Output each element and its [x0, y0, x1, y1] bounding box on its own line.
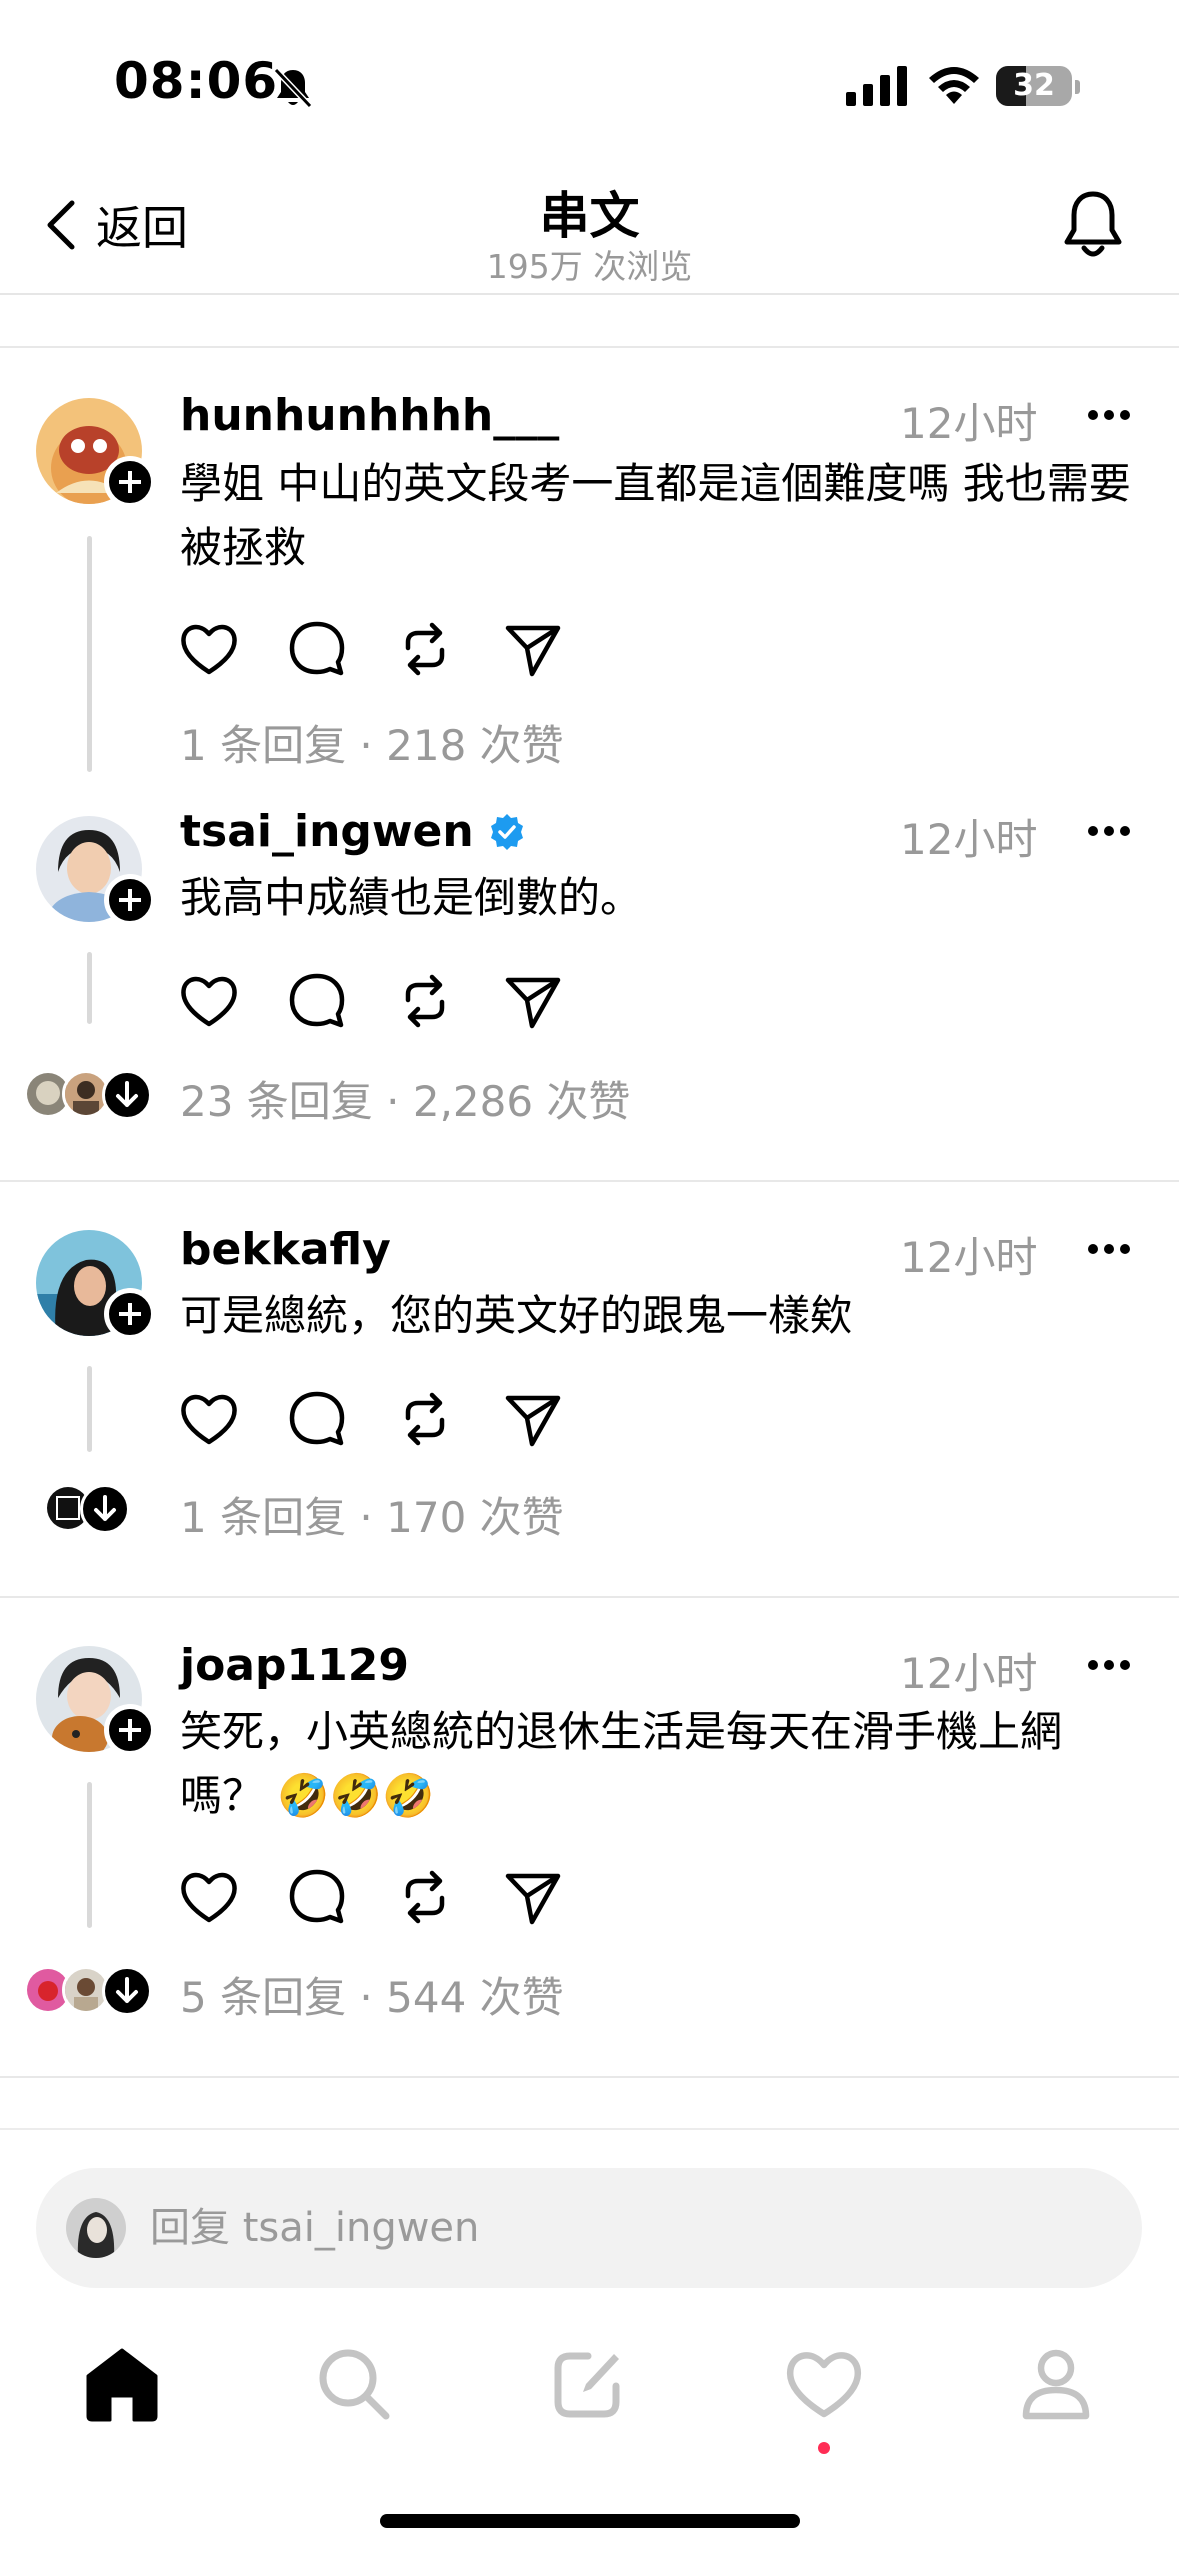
divider	[0, 2128, 1179, 2130]
divider	[0, 2076, 1179, 2078]
my-avatar	[66, 2198, 126, 2258]
action-row	[178, 618, 598, 682]
reply-avatars[interactable]	[44, 1484, 144, 1540]
thread-line	[87, 952, 92, 1024]
thread-line	[87, 536, 92, 772]
comment-icon[interactable]	[286, 1388, 348, 1450]
more-options-icon[interactable]	[1088, 826, 1132, 840]
post-stats[interactable]: 5 条回复 · 544 次赞	[180, 1964, 564, 2025]
follow-button[interactable]	[104, 1704, 156, 1756]
battery-level: 32	[1013, 68, 1055, 103]
reply-avatars[interactable]	[24, 1070, 154, 1126]
battery-indicator: 32	[996, 62, 1080, 108]
repost-icon[interactable]	[394, 1388, 456, 1450]
status-bar: 08:06 32	[0, 0, 1179, 150]
comment-icon[interactable]	[286, 1866, 348, 1928]
search-icon	[319, 2349, 390, 2420]
tab-home[interactable]	[82, 2344, 162, 2424]
comment-icon[interactable]	[286, 970, 348, 1032]
post-text: 學姐 中山的英文段考一直都是這個難度嗎 我也需要被拯救	[180, 459, 1131, 572]
username[interactable]: joap1129	[180, 1640, 409, 1691]
notification-bell-icon[interactable]	[1060, 188, 1126, 262]
more-options-icon[interactable]	[1088, 410, 1132, 424]
username[interactable]: hunhunhhhh___	[180, 390, 559, 441]
tab-activity[interactable]	[784, 2344, 864, 2424]
page-title: 串文	[539, 187, 640, 245]
follow-button[interactable]	[104, 874, 156, 926]
post-stats[interactable]: 1 条回复 · 170 次赞	[180, 1484, 564, 1545]
share-icon[interactable]	[502, 970, 564, 1032]
follow-button[interactable]	[104, 1288, 156, 1340]
bell-muted-icon	[273, 67, 313, 109]
repost-icon[interactable]	[394, 618, 456, 680]
home-indicator	[380, 2514, 800, 2528]
post-text: 可是總統，您的英文好的跟鬼一樣欸	[180, 1291, 853, 1340]
more-options-icon[interactable]	[1088, 1660, 1132, 1674]
reply-post: tsai_ingwen 12小时 我高中成績也是倒數的。 23 条回复 · 2,…	[0, 786, 1179, 1180]
reply-composer[interactable]	[36, 2168, 1142, 2288]
like-icon[interactable]	[178, 1388, 240, 1450]
action-row	[178, 1866, 598, 1930]
reply-avatars[interactable]	[24, 1966, 154, 2022]
arrow-down-icon	[102, 1966, 152, 2016]
action-row	[178, 970, 598, 1034]
post-text: 笑死，小英總統的退休生活是每天在滑手機上網嗎？ 🤣🤣🤣	[180, 1707, 1063, 1820]
share-icon[interactable]	[502, 1866, 564, 1928]
post-time: 12小时	[900, 815, 1038, 864]
repost-icon[interactable]	[394, 1866, 456, 1928]
heart-icon	[787, 2352, 861, 2418]
cellular-signal-icon	[846, 66, 907, 106]
status-time: 08:06	[114, 52, 279, 110]
reply-post: hunhunhhhh___ 12小时 學姐 中山的英文段考一直都是這個難度嗎 我…	[0, 348, 1179, 786]
like-icon[interactable]	[178, 1866, 240, 1928]
post-time: 12小时	[900, 399, 1038, 448]
tab-search[interactable]	[314, 2344, 394, 2424]
share-icon[interactable]	[502, 1388, 564, 1450]
thread-line	[87, 1366, 92, 1452]
username-text: bekkafly	[180, 1224, 391, 1275]
thread-header: 返回 串文 195万 次浏览	[0, 150, 1179, 295]
comment-icon[interactable]	[286, 618, 348, 680]
wifi-icon	[929, 67, 979, 104]
thread-line	[87, 1782, 92, 1928]
username-text: tsai_ingwen	[180, 806, 474, 857]
like-icon[interactable]	[178, 618, 240, 680]
tab-profile[interactable]	[1016, 2344, 1096, 2424]
more-options-icon[interactable]	[1088, 1244, 1132, 1258]
like-icon[interactable]	[178, 970, 240, 1032]
username-text: joap1129	[180, 1640, 409, 1691]
compose-icon	[554, 2352, 620, 2418]
follow-button[interactable]	[104, 456, 156, 508]
verified-badge-icon	[490, 813, 523, 850]
share-icon[interactable]	[502, 618, 564, 680]
username-text: hunhunhhhh___	[180, 390, 560, 441]
profile-icon	[1022, 2349, 1090, 2420]
username[interactable]: bekkafly	[180, 1224, 391, 1275]
post-stats[interactable]: 23 条回复 · 2,286 次赞	[180, 1068, 630, 1129]
reply-post: bekkafly 12小时 可是總統，您的英文好的跟鬼一樣欸 1 条回复 · 1…	[0, 1182, 1179, 1596]
tab-compose[interactable]	[548, 2344, 628, 2424]
post-stats[interactable]: 1 条回复 · 218 次赞	[180, 712, 564, 773]
view-count: 195万 次浏览	[486, 247, 693, 286]
username[interactable]: tsai_ingwen	[180, 806, 526, 857]
arrow-down-icon	[102, 1070, 152, 1120]
repost-icon[interactable]	[394, 970, 456, 1032]
reply-input[interactable]	[150, 2198, 1050, 2258]
reply-post: joap1129 12小时 笑死，小英總統的退休生活是每天在滑手機上網嗎？ 🤣🤣…	[0, 1598, 1179, 2078]
tab-bar	[0, 2300, 1179, 2422]
post-time: 12小时	[900, 1233, 1038, 1282]
notification-dot	[818, 2442, 830, 2454]
post-text: 我高中成績也是倒數的。	[180, 873, 643, 922]
post-time: 12小时	[900, 1649, 1038, 1698]
home-icon	[86, 2348, 158, 2422]
action-row	[178, 1388, 598, 1452]
arrow-down-icon	[80, 1484, 130, 1534]
